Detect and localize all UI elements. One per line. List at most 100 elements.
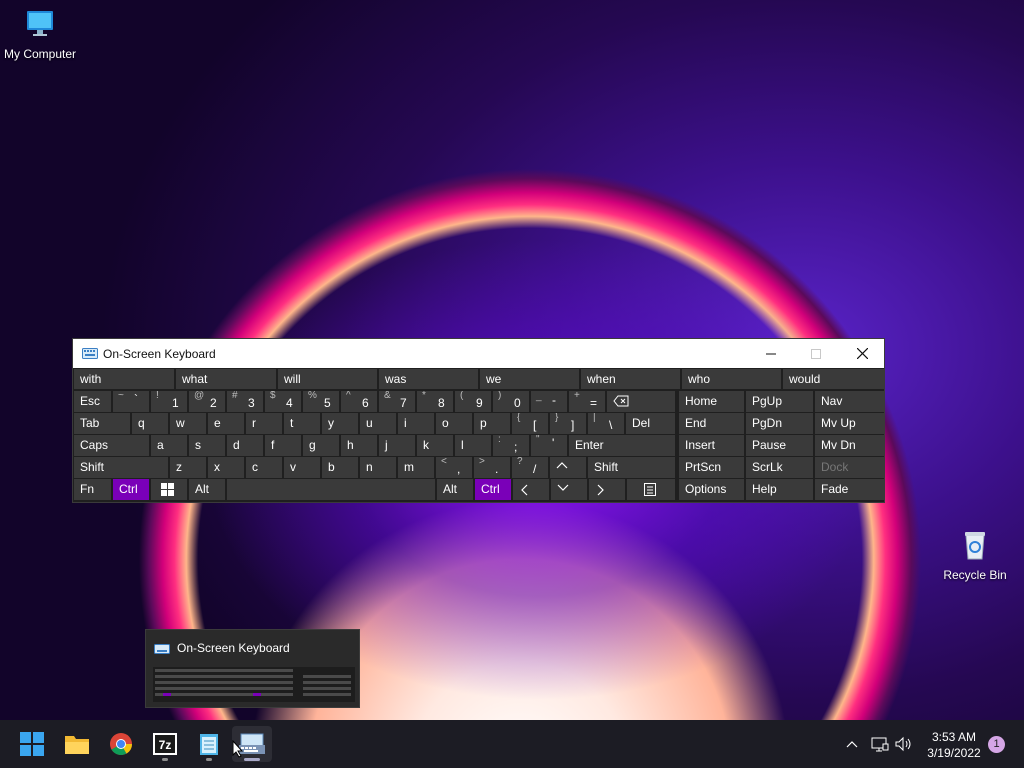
prediction-word[interactable]: who [682,369,781,389]
key-m[interactable]: m [398,457,434,478]
7zip-button[interactable]: 7z [145,726,185,762]
key-shift-left[interactable]: Shift [74,457,168,478]
key-k[interactable]: k [417,435,453,456]
notification-badge[interactable]: 1 [988,736,1005,753]
maximize-button[interactable] [793,339,839,368]
key-mv-up[interactable]: Mv Up [815,413,884,434]
key-e[interactable]: e [208,413,244,434]
key-semicolon[interactable]: :; [493,435,529,456]
key-period[interactable]: >. [474,457,510,478]
recycle-bin-desktop-icon[interactable]: Recycle Bin [935,529,1015,582]
prediction-word[interactable]: we [480,369,579,389]
show-hidden-icons-button[interactable] [841,732,863,756]
key-nav[interactable]: Nav [815,391,884,412]
key-i[interactable]: i [398,413,434,434]
key-l[interactable]: l [455,435,491,456]
key-windows[interactable] [151,479,187,500]
key-up-arrow[interactable] [550,457,586,478]
key-minus[interactable]: _ - [531,391,567,412]
key-a[interactable]: a [151,435,187,456]
key-x[interactable]: x [208,457,244,478]
chrome-button[interactable] [101,726,141,762]
key-down-arrow[interactable] [551,479,587,500]
file-explorer-button[interactable] [57,726,97,762]
key-slash[interactable]: ? / [512,457,548,478]
key-3[interactable]: #3 [227,391,263,412]
key-scrlk[interactable]: ScrLk [746,457,813,478]
key-f[interactable]: f [265,435,301,456]
key-esc[interactable]: Esc [74,391,111,412]
key-end[interactable]: End [679,413,744,434]
key-left-arrow[interactable] [513,479,549,500]
clock[interactable]: 3:53 AM 3/19/2022 [922,729,986,761]
minimize-button[interactable] [748,339,794,368]
key-insert[interactable]: Insert [679,435,744,456]
key-enter[interactable]: Enter [569,435,675,456]
key-c[interactable]: c [246,457,282,478]
key-ctrl-right[interactable]: Ctrl [475,479,511,500]
key-shift-right[interactable]: Shift [588,457,675,478]
prediction-word[interactable]: what [176,369,276,389]
volume-button[interactable] [893,732,915,756]
key-pause[interactable]: Pause [746,435,813,456]
key-home[interactable]: Home [679,391,744,412]
key-help[interactable]: Help [746,479,813,500]
key-2[interactable]: @2 [189,391,225,412]
key-ctrl-left[interactable]: Ctrl [113,479,149,500]
key-t[interactable]: t [284,413,320,434]
notepad-button[interactable] [189,726,229,762]
key-j[interactable]: j [379,435,415,456]
key-comma[interactable]: <, [436,457,472,478]
key-mv-dn[interactable]: Mv Dn [815,435,884,456]
prediction-word[interactable]: with [74,369,174,389]
key-0[interactable]: ) 0 [493,391,529,412]
network-button[interactable] [869,732,891,756]
key-b[interactable]: b [322,457,358,478]
key-p[interactable]: p [474,413,510,434]
my-computer-desktop-icon[interactable]: My Computer [0,8,80,61]
key-alt-right[interactable]: Alt [437,479,473,500]
key-u[interactable]: u [360,413,396,434]
key-1[interactable]: ! 1 [151,391,187,412]
title-bar[interactable]: On-Screen Keyboard [73,339,884,368]
taskbar-thumbnail-preview[interactable]: On-Screen Keyboard [145,629,360,708]
prediction-word[interactable]: was [379,369,478,389]
key-right-arrow[interactable] [589,479,625,500]
key-h[interactable]: h [341,435,377,456]
key-8[interactable]: * 8 [417,391,453,412]
key-equals[interactable]: + = [569,391,605,412]
key-caps[interactable]: Caps [74,435,149,456]
prediction-word[interactable]: will [278,369,377,389]
key-6[interactable]: ^ 6 [341,391,377,412]
start-button[interactable] [12,726,52,762]
key-backtick[interactable]: ~ ` [113,391,149,412]
key-w[interactable]: w [170,413,206,434]
key-5[interactable]: % 5 [303,391,339,412]
key-s[interactable]: s [189,435,225,456]
key-backslash[interactable]: | \ [588,413,624,434]
key-pgdn[interactable]: PgDn [746,413,813,434]
key-close-bracket[interactable]: }] [550,413,586,434]
key-tab[interactable]: Tab [74,413,130,434]
key-fade[interactable]: Fade [815,479,884,500]
key-v[interactable]: v [284,457,320,478]
key-quote[interactable]: " ' [531,435,567,456]
key-z[interactable]: z [170,457,206,478]
key-d[interactable]: d [227,435,263,456]
key-r[interactable]: r [246,413,282,434]
key-pgup[interactable]: PgUp [746,391,813,412]
key-y[interactable]: y [322,413,358,434]
key-n[interactable]: n [360,457,396,478]
close-button[interactable] [839,339,885,368]
prediction-word[interactable]: when [581,369,680,389]
key-alt-left[interactable]: Alt [189,479,225,500]
key-options[interactable]: Options [679,479,744,500]
key-space[interactable] [227,479,435,500]
key-menu[interactable] [627,479,675,500]
key-fn[interactable]: Fn [74,479,111,500]
key-9[interactable]: (9 [455,391,491,412]
key-7[interactable]: & 7 [379,391,415,412]
key-4[interactable]: $4 [265,391,301,412]
key-prtscn[interactable]: PrtScn [679,457,744,478]
key-o[interactable]: o [436,413,472,434]
